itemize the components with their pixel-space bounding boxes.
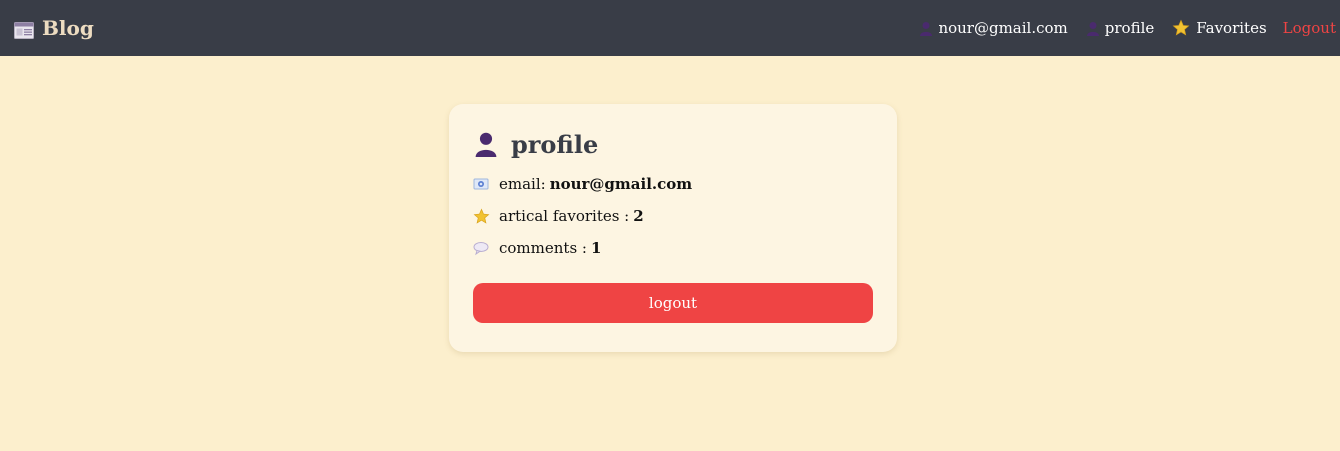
nav-user-email[interactable]: nour@gmail.com — [919, 19, 1068, 37]
star-icon — [1172, 19, 1190, 37]
nav-logout-link[interactable]: Logout — [1283, 19, 1336, 37]
nav-links: nour@gmail.com profile Favorites Logout — [901, 0, 1340, 56]
user-icon — [1086, 21, 1100, 36]
email-label: email: — [499, 175, 546, 193]
favorites-label: artical favorites : — [499, 207, 630, 225]
profile-card-title: profile — [473, 129, 873, 159]
nav-user-email-label: nour@gmail.com — [938, 19, 1068, 37]
email-value: nour@gmail.com — [549, 175, 693, 193]
newspaper-icon — [14, 20, 34, 39]
star-icon — [473, 208, 490, 224]
nav-profile-label: profile — [1104, 19, 1155, 37]
profile-card-title-label: profile — [511, 129, 599, 159]
speech-bubble-icon — [473, 240, 489, 256]
comments-row: comments : 1 — [473, 238, 873, 258]
nav-favorites-label: Favorites — [1196, 19, 1267, 37]
nav-favorites-link[interactable]: Favorites — [1172, 19, 1267, 37]
user-icon — [473, 131, 499, 157]
profile-card: profile email: nour@gmail.com artical fa… — [449, 104, 897, 352]
favorites-value: 2 — [633, 207, 644, 225]
favorites-row: artical favorites : 2 — [473, 206, 873, 226]
nav-profile-link[interactable]: profile — [1086, 19, 1154, 37]
logout-button[interactable]: logout — [473, 283, 873, 323]
user-icon — [919, 21, 933, 36]
email-row: email: nour@gmail.com — [473, 174, 873, 194]
comments-label: comments : — [499, 239, 587, 257]
nav-logout-label: Logout — [1282, 19, 1336, 37]
brand-label: Blog — [42, 16, 94, 40]
brand-link[interactable]: Blog — [0, 16, 94, 40]
email-icon — [473, 176, 489, 192]
comments-value: 1 — [590, 239, 602, 257]
top-navbar: Blog nour@gmail.com profile Favorites Lo… — [0, 0, 1340, 56]
